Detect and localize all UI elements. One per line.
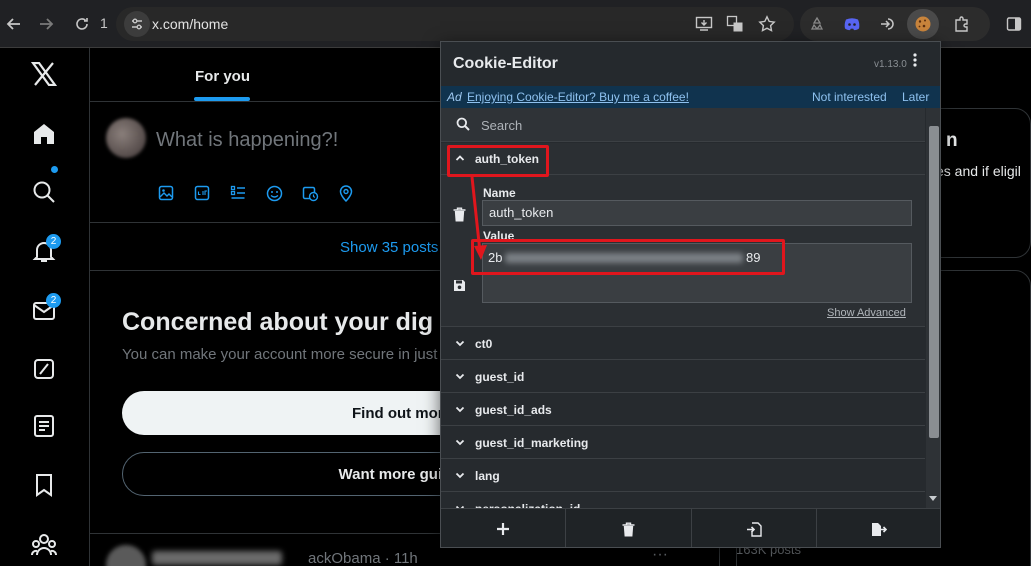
translate-icon[interactable] — [721, 10, 749, 38]
save-floppy-icon[interactable] — [453, 279, 467, 293]
export-button[interactable] — [817, 509, 940, 547]
poll-icon[interactable] — [229, 184, 247, 202]
compose-input[interactable]: What is happening?! — [156, 129, 338, 152]
cookie-name: guest_id_marketing — [475, 436, 589, 450]
security-prompt-subtitle: You can make your account more secure in… — [122, 346, 450, 363]
notifications-badge: 2 — [46, 234, 61, 249]
ad-link[interactable]: Enjoying Cookie-Editor? Buy me a coffee! — [467, 90, 689, 104]
search-input[interactable] — [481, 116, 901, 134]
trash-icon — [622, 522, 635, 536]
lists-icon[interactable] — [30, 412, 58, 440]
chevron-down-icon — [455, 468, 465, 482]
explore-search-icon[interactable] — [30, 178, 58, 206]
cookie-editor-popup: Cookie-Editor v1.13.0 Ad Enjoying Cookie… — [440, 41, 941, 548]
search-icon — [456, 117, 472, 133]
chevron-down-icon — [455, 369, 465, 383]
show-advanced-link[interactable]: Show Advanced — [827, 307, 906, 319]
address-bar[interactable]: x.com/home — [116, 7, 794, 41]
cookie-row[interactable]: guest_id_marketing — [441, 427, 925, 459]
find-out-more-label: Find out more — [352, 404, 452, 422]
post-author-redacted — [152, 551, 282, 565]
popup-title: Cookie-Editor — [453, 55, 558, 72]
cookie-row[interactable]: ct0 — [441, 328, 925, 360]
import-file-icon — [746, 521, 762, 537]
site-settings-icon[interactable] — [124, 11, 150, 37]
cookie-editor-extension-icon[interactable] — [907, 9, 939, 39]
premium-card-title: n — [946, 130, 958, 151]
ad-label: Ad — [447, 90, 462, 104]
tab-for-you[interactable]: For you — [195, 68, 250, 85]
scroll-down-arrow-icon[interactable] — [929, 495, 937, 504]
highlight-cookie-name — [447, 145, 549, 177]
cookie-name: ct0 — [475, 337, 493, 351]
cookie-name: guest_id — [475, 370, 525, 384]
messages-badge: 2 — [46, 293, 61, 308]
cookie-row[interactable]: guest_id_ads — [441, 394, 925, 426]
recycle-extension-icon[interactable] — [803, 10, 831, 38]
side-panel-icon[interactable] — [1000, 10, 1028, 38]
post-more-icon[interactable]: ··· — [652, 546, 668, 564]
chevron-down-icon — [455, 402, 465, 416]
export-file-icon — [872, 522, 888, 536]
post-avatar[interactable] — [106, 545, 146, 566]
chevron-down-icon — [455, 435, 465, 449]
tab-count: 1 — [100, 15, 108, 31]
bookmark-star-icon[interactable] — [753, 10, 781, 38]
bookmarks-icon[interactable] — [30, 471, 58, 499]
highlight-cookie-value — [471, 239, 785, 275]
cookie-name: lang — [475, 469, 500, 483]
back-arrow-icon[interactable] — [0, 10, 28, 38]
delete-trash-icon[interactable] — [453, 207, 467, 223]
reload-icon[interactable] — [68, 10, 96, 38]
plus-icon — [497, 523, 510, 535]
search-bar — [441, 108, 925, 142]
image-icon[interactable] — [157, 184, 175, 202]
popup-header: Cookie-Editor v1.13.0 — [441, 42, 940, 86]
popup-footer — [441, 508, 940, 547]
gif-icon[interactable] — [193, 184, 211, 202]
communities-icon[interactable] — [30, 530, 58, 558]
x-sidebar: 2 2 — [0, 48, 90, 566]
add-cookie-button[interactable] — [441, 509, 567, 547]
ad-banner: Ad Enjoying Cookie-Editor? Buy me a coff… — [441, 86, 940, 108]
cookie-name: guest_id_ads — [475, 403, 552, 417]
extensions-bar — [800, 7, 990, 41]
chevron-down-icon — [455, 336, 465, 350]
delete-all-button[interactable] — [566, 509, 692, 547]
name-label: Name — [483, 186, 516, 200]
cookie-row[interactable]: guest_id — [441, 361, 925, 393]
cookie-name-field[interactable]: auth_token — [482, 200, 912, 226]
premium-card-text: es and if eligil — [936, 163, 1021, 179]
show-posts-link[interactable]: Show 35 posts — [340, 239, 438, 256]
location-icon[interactable] — [337, 184, 355, 202]
login-extension-icon[interactable] — [873, 10, 901, 38]
emoji-icon[interactable] — [265, 184, 283, 202]
avatar[interactable] — [106, 118, 146, 158]
later-button[interactable]: Later — [902, 90, 929, 104]
grok-icon[interactable] — [30, 355, 58, 383]
more-vertical-icon[interactable] — [913, 53, 917, 72]
popup-version: v1.13.0 — [874, 59, 907, 70]
not-interested-button[interactable]: Not interested — [812, 90, 887, 104]
scrollbar-thumb[interactable] — [929, 126, 939, 438]
home-notification-dot — [51, 166, 58, 173]
x-logo-icon[interactable] — [30, 60, 58, 88]
url-text[interactable]: x.com/home — [152, 16, 228, 32]
cookie-name-value: auth_token — [489, 205, 554, 220]
extensions-puzzle-icon[interactable] — [948, 10, 976, 38]
import-button[interactable] — [692, 509, 817, 547]
forward-arrow-icon[interactable] — [32, 10, 60, 38]
post-meta: ackObama · 11h — [308, 550, 418, 566]
cookie-row[interactable]: lang — [441, 460, 925, 492]
home-icon[interactable] — [30, 120, 58, 148]
security-prompt-title: Concerned about your dig — [122, 308, 434, 336]
schedule-icon[interactable] — [301, 184, 319, 202]
install-app-icon[interactable] — [690, 10, 718, 38]
discord-extension-icon[interactable] — [838, 10, 866, 38]
